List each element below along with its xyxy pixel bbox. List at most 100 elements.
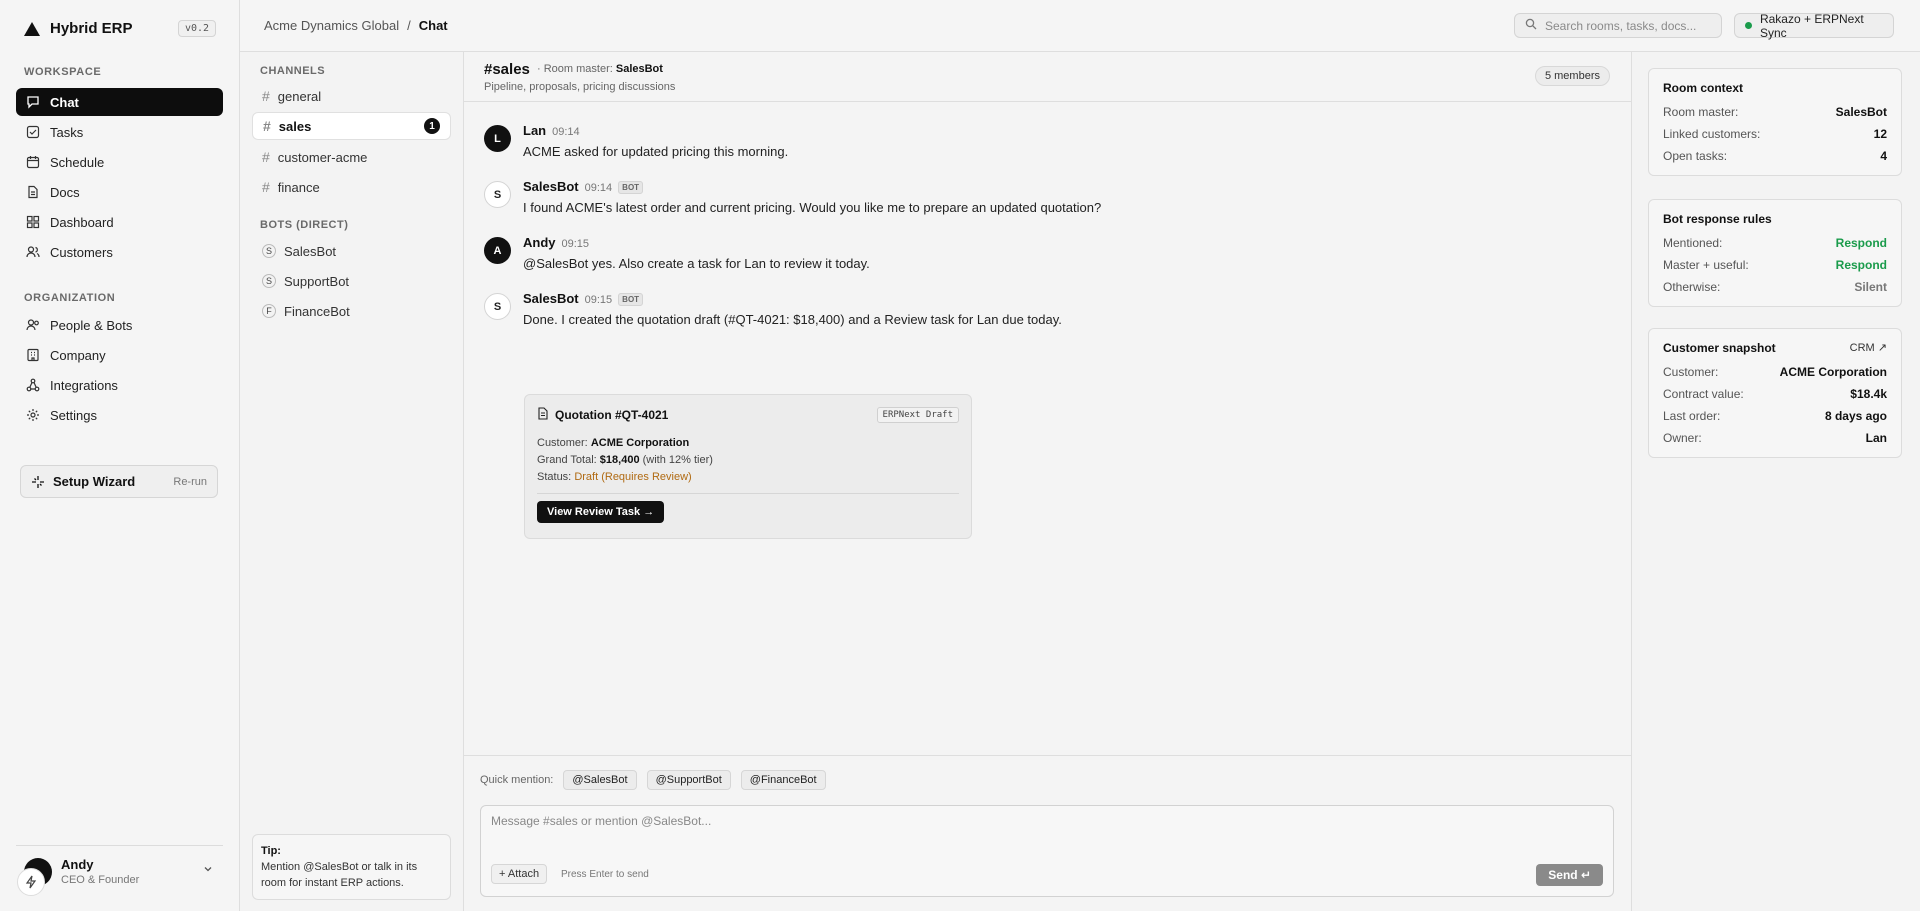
quotation-status: Status: Draft (Requires Review) <box>537 471 959 483</box>
bot-label: SalesBot <box>284 243 337 259</box>
context-row: Open tasks: 4 <box>1663 145 1887 167</box>
tip-text: Mention @SalesBot or talk in its room fo… <box>261 861 418 889</box>
room-master-name: SalesBot <box>615 63 663 75</box>
sidebar-item-company[interactable]: Company <box>16 341 223 369</box>
row-label: Mentioned: <box>1663 236 1723 250</box>
tip-box: Tip: Mention @SalesBot or talk in its ro… <box>252 834 451 900</box>
message-composer: + Attach Press Enter to send Send ↵ <box>480 805 1614 897</box>
search-box[interactable]: Search rooms, tasks, docs... <box>1514 13 1722 38</box>
hash-icon: # <box>263 118 271 134</box>
channel-general[interactable]: # general <box>252 82 451 110</box>
breadcrumb-separator: / <box>407 18 411 33</box>
quotation-card: Quotation #QT-4021 ERPNext Draft Custome… <box>524 394 972 539</box>
bot-salesbot[interactable]: S SalesBot <box>252 237 451 265</box>
sidebar-item-label: Company <box>50 347 106 363</box>
room-header: #sales · Room master: SalesBot Pipeline,… <box>464 52 1632 102</box>
sparkle-icon <box>31 475 45 489</box>
hash-icon: # <box>262 149 270 165</box>
message-text: @SalesBot yes. Also create a task for La… <box>523 256 870 271</box>
tasks-icon <box>26 125 40 139</box>
avatar: A <box>484 237 511 264</box>
enter-hint: Press Enter to send <box>561 869 649 880</box>
sidebar-item-label: Chat <box>50 94 79 110</box>
app-name: Hybrid ERP <box>50 20 133 37</box>
breadcrumb-org[interactable]: Acme Dynamics Global <box>264 18 399 33</box>
user-menu[interactable]: Andy CEO & Founder <box>16 845 223 895</box>
mention-financebot-chip[interactable]: @FinanceBot <box>740 770 826 790</box>
status-value: Draft (Requires Review) <box>574 471 692 483</box>
members-button[interactable]: 5 members <box>1534 66 1610 86</box>
attach-button[interactable]: + Attach <box>491 864 548 884</box>
divider <box>537 493 959 494</box>
quotation-title-text: Quotation #QT-4021 <box>555 408 669 422</box>
sidebar-item-people-bots[interactable]: People & Bots <box>16 311 223 339</box>
card-title: Bot response rules <box>1663 212 1772 226</box>
rerun-link[interactable]: Re-run <box>173 476 207 488</box>
view-review-task-button[interactable]: View Review Task → <box>537 501 665 523</box>
setup-wizard-button[interactable]: Setup Wizard Re-run <box>20 465 218 498</box>
lightning-icon[interactable] <box>17 868 45 896</box>
brand[interactable]: Hybrid ERP <box>24 20 133 37</box>
bot-supportbot[interactable]: S SupportBot <box>252 267 451 295</box>
sidebar-item-docs[interactable]: Docs <box>16 178 223 206</box>
customer-value: ACME Corporation <box>590 437 690 449</box>
room-description: Pipeline, proposals, pricing discussions <box>484 81 676 93</box>
avatar: S <box>484 293 511 320</box>
row-value: SalesBot <box>1835 105 1887 119</box>
people-icon <box>26 318 40 332</box>
channel-customer-acme[interactable]: # customer-acme <box>252 143 451 171</box>
crm-link[interactable]: CRM ↗ <box>1850 341 1887 355</box>
message-time: 09:14 <box>584 182 613 194</box>
sidebar-item-label: Tasks <box>50 124 84 140</box>
document-icon <box>537 407 549 423</box>
row-value: Respond <box>1835 258 1887 272</box>
sidebar-item-settings[interactable]: Settings <box>16 401 223 429</box>
sidebar-item-customers[interactable]: Customers <box>16 238 223 266</box>
sidebar-item-label: Integrations <box>50 377 118 393</box>
message-text: ACME asked for updated pricing this morn… <box>523 144 789 159</box>
sidebar-item-label: People & Bots <box>50 317 133 333</box>
message-input[interactable] <box>491 814 1591 828</box>
row-label: Room master: <box>1663 105 1739 119</box>
bot-financebot[interactable]: F FinanceBot <box>252 297 451 325</box>
avatar: S <box>484 181 511 208</box>
app-window: Hybrid ERP v0.2 WORKSPACE Chat Tasks Sch… <box>0 0 1920 911</box>
workspace-label: WORKSPACE <box>24 66 102 78</box>
card-title: Room context <box>1663 81 1744 95</box>
sidebar-item-dashboard[interactable]: Dashboard <box>16 208 223 236</box>
row-value: $18.4k <box>1850 387 1887 401</box>
context-row: Owner: Lan <box>1663 427 1887 449</box>
channel-label: finance <box>277 179 320 195</box>
document-icon <box>26 185 40 199</box>
unread-badge: 1 <box>424 118 440 134</box>
channel-finance[interactable]: # finance <box>252 173 451 201</box>
organization-label: ORGANIZATION <box>24 292 116 304</box>
gear-icon <box>26 408 40 422</box>
row-value: ACME Corporation <box>1779 365 1887 379</box>
chevron-down-icon[interactable] <box>203 864 213 877</box>
sidebar-item-integrations[interactable]: Integrations <box>16 371 223 399</box>
bot-avatar: S <box>262 274 276 288</box>
channel-sales[interactable]: # sales 1 <box>252 112 451 140</box>
user-name: Andy <box>61 857 94 872</box>
bot-label: FinanceBot <box>284 303 350 319</box>
sidebar-item-tasks[interactable]: Tasks <box>16 118 223 146</box>
version-badge: v0.2 <box>178 20 217 37</box>
avatar: L <box>484 125 511 152</box>
breadcrumb: Acme Dynamics Global / Chat <box>264 18 448 33</box>
row-value: Lan <box>1865 431 1887 445</box>
bots-label: BOTS (DIRECT) <box>260 219 349 231</box>
sidebar-item-schedule[interactable]: Schedule <box>16 148 223 176</box>
row-label: Linked customers: <box>1663 127 1761 141</box>
sidebar-item-label: Docs <box>50 184 80 200</box>
sync-status-button[interactable]: Rakazo + ERPNext Sync <box>1734 12 1894 40</box>
customer-snapshot-card: Customer snapshot CRM ↗ Customer: ACME Co… <box>1648 328 1902 458</box>
search-icon <box>1525 18 1537 33</box>
bot-avatar: F <box>262 304 276 318</box>
mention-supportbot-chip[interactable]: @SupportBot <box>646 770 731 790</box>
send-button[interactable]: Send ↵ <box>1536 864 1603 886</box>
row-label: Customer: <box>1663 365 1719 379</box>
mention-salesbot-chip[interactable]: @SalesBot <box>563 770 637 790</box>
sidebar-item-chat[interactable]: Chat <box>16 88 223 116</box>
context-panel: Room context Room master: SalesBot Linked… <box>1632 52 1920 911</box>
